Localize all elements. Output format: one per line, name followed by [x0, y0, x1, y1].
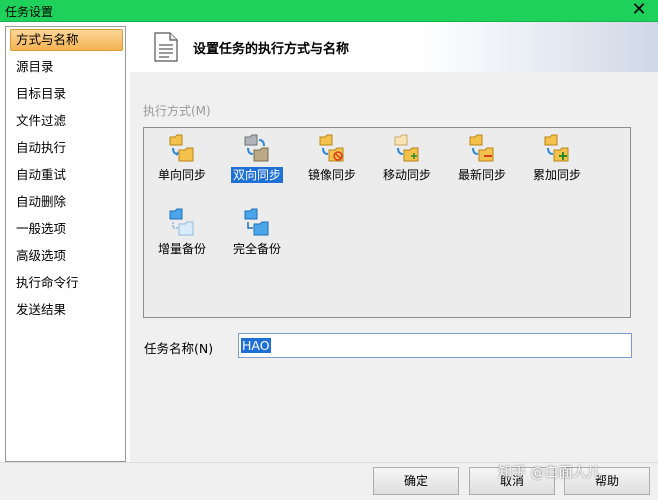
sidebar-item-target-dir[interactable]: 目标目录 [10, 83, 123, 105]
document-icon [154, 32, 178, 62]
close-icon[interactable]: ✕ [624, 0, 654, 22]
method-label: 单向同步 [157, 168, 206, 182]
method-label: 最新同步 [457, 168, 506, 182]
method-label: 移动同步 [382, 168, 431, 182]
mirror-sync-icon [319, 134, 344, 162]
sidebar-item-file-filter[interactable]: 文件过滤 [10, 110, 123, 132]
method-list: 单向同步 双向同步 镜像同步 移动同步 最新同步 累加同步 增量备份 完全备份 [143, 127, 631, 318]
task-name-input[interactable]: HAO [238, 333, 632, 358]
method-label: 增量备份 [157, 242, 206, 256]
method-mirror-sync[interactable]: 镜像同步 [297, 132, 367, 202]
method-label: 完全备份 [232, 242, 281, 256]
incremental-backup-icon [169, 208, 194, 236]
method-latest-sync[interactable]: 最新同步 [447, 132, 517, 202]
task-name-label: 任务名称(N) [144, 341, 214, 356]
move-sync-icon [394, 134, 419, 162]
main-panel: 设置任务的执行方式与名称 执行方式(M) 单向同步 双向同步 镜像同步 移动同步… [130, 22, 658, 462]
sidebar-item-advanced-options[interactable]: 高级选项 [10, 245, 123, 267]
sidebar-item-send-result[interactable]: 发送结果 [10, 299, 123, 321]
method-label: 双向同步 [230, 167, 283, 183]
one-way-sync-icon [169, 134, 194, 162]
cancel-button[interactable]: 取消 [469, 467, 555, 495]
method-full-backup[interactable]: 完全备份 [222, 206, 292, 276]
sidebar-item-auto-retry[interactable]: 自动重试 [10, 164, 123, 186]
sidebar-item-command-line[interactable]: 执行命令行 [10, 272, 123, 294]
task-name-value: HAO [241, 338, 271, 353]
method-group-label: 执行方式(M) [143, 104, 211, 118]
sidebar-item-auto-run[interactable]: 自动执行 [10, 137, 123, 159]
method-label: 镜像同步 [307, 168, 356, 182]
window-title: 任务设置 [5, 5, 54, 19]
cumulative-sync-icon [544, 134, 569, 162]
two-way-sync-icon [244, 134, 269, 162]
sidebar-item-auto-delete[interactable]: 自动删除 [10, 191, 123, 213]
method-one-way-sync[interactable]: 单向同步 [147, 132, 217, 202]
method-cumulative-sync[interactable]: 累加同步 [522, 132, 592, 202]
full-backup-icon [244, 208, 269, 236]
method-incremental-backup[interactable]: 增量备份 [147, 206, 217, 276]
method-move-sync[interactable]: 移动同步 [372, 132, 442, 202]
title-bar: 任务设置 ✕ [0, 0, 658, 22]
page-header: 设置任务的执行方式与名称 [130, 22, 658, 72]
method-two-way-sync[interactable]: 双向同步 [222, 132, 292, 202]
button-bar: 确定 取消 帮助 [0, 462, 658, 500]
ok-button[interactable]: 确定 [373, 467, 459, 495]
sidebar-item-method-name[interactable]: 方式与名称 [10, 29, 123, 51]
sidebar-item-general-options[interactable]: 一般选项 [10, 218, 123, 240]
method-label: 累加同步 [532, 168, 581, 182]
latest-sync-icon [469, 134, 494, 162]
sidebar-item-source-dir[interactable]: 源目录 [10, 56, 123, 78]
help-button[interactable]: 帮助 [564, 467, 650, 495]
sidebar: 方式与名称 源目录 目标目录 文件过滤 自动执行 自动重试 自动删除 一般选项 … [5, 26, 126, 462]
page-title: 设置任务的执行方式与名称 [193, 42, 350, 57]
